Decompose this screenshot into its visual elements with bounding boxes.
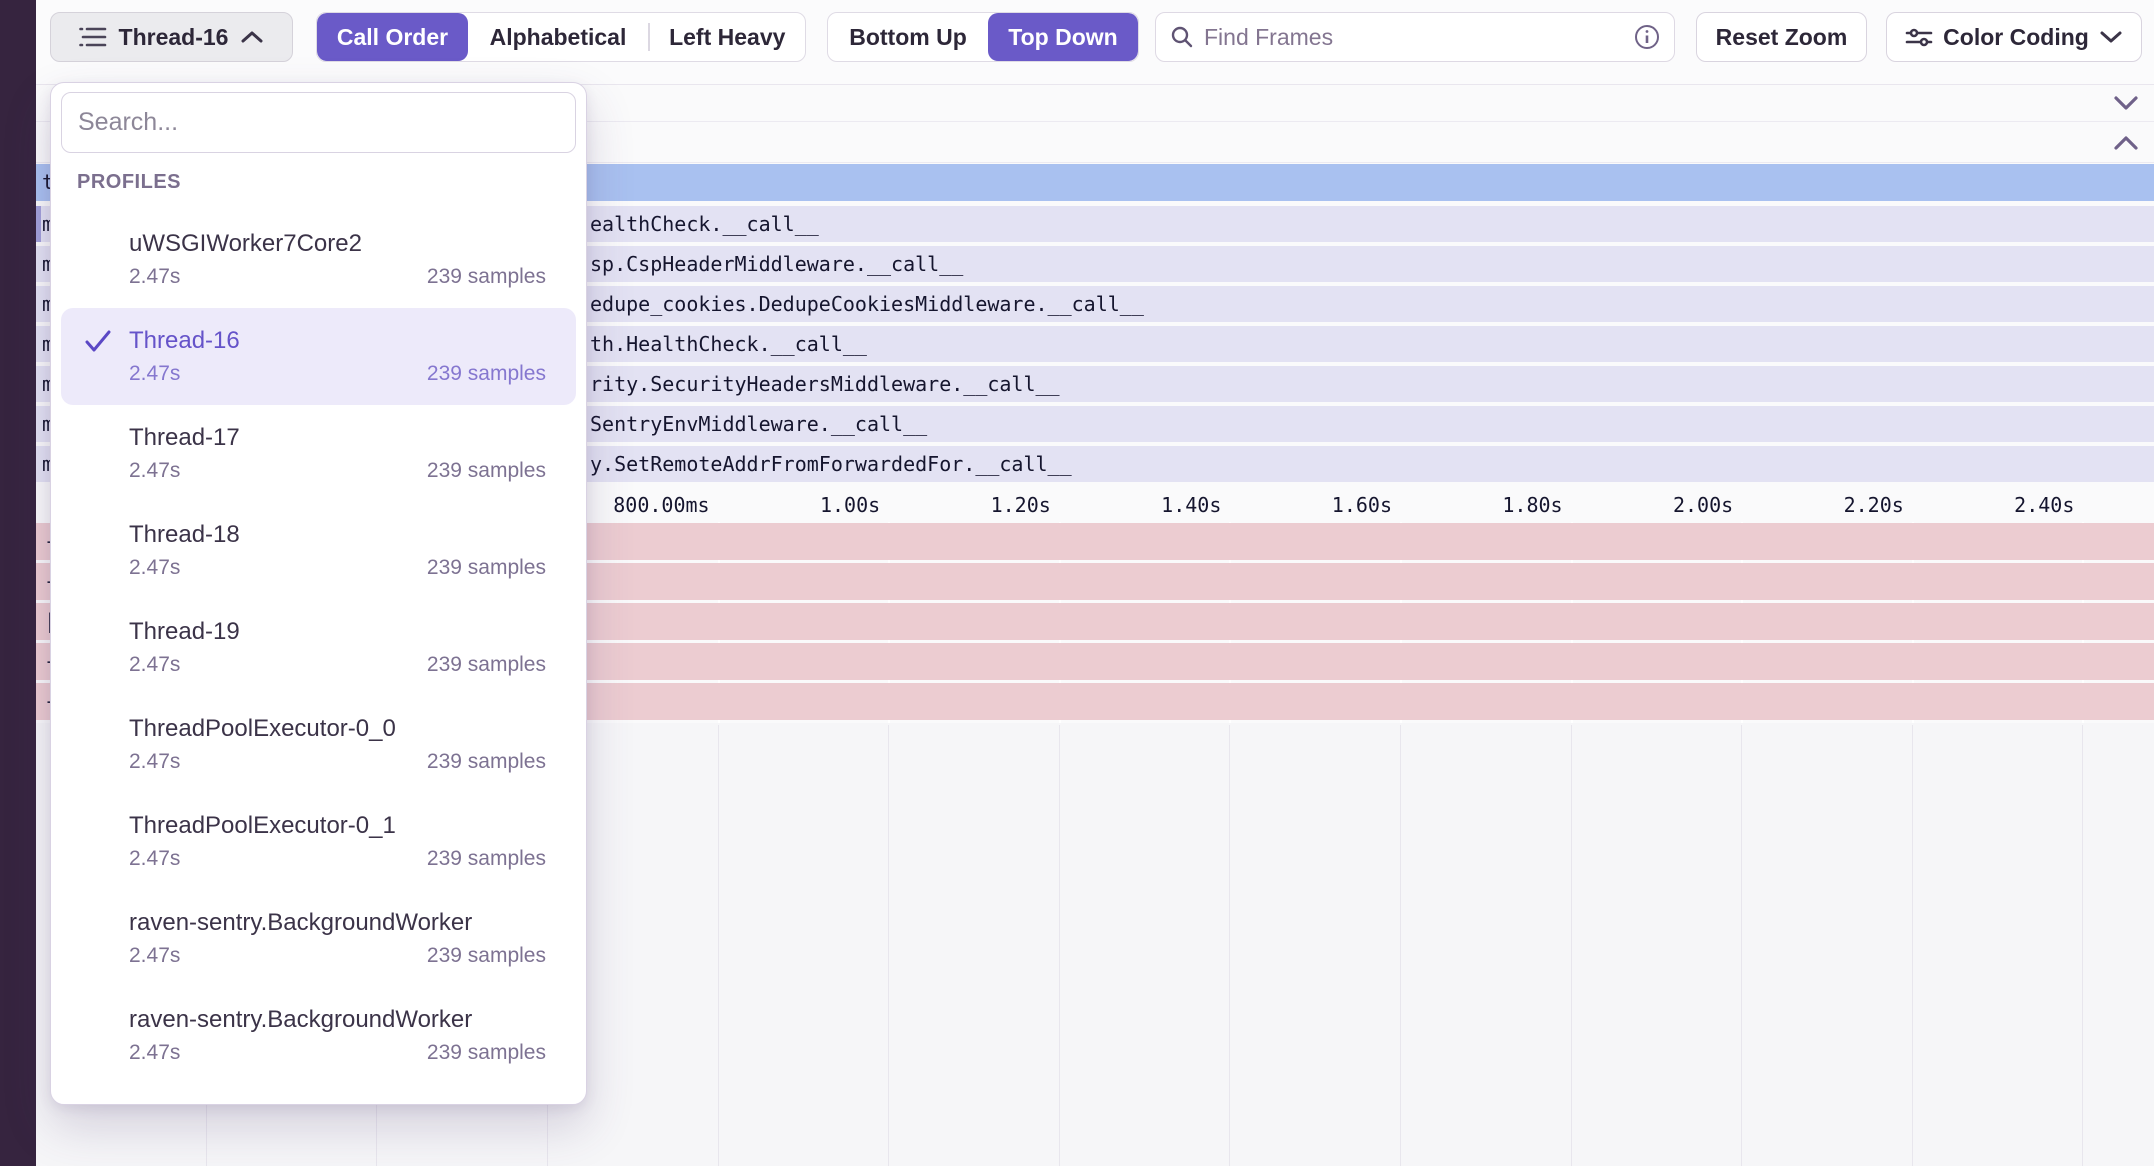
chevron-down-icon[interactable]	[2112, 95, 2140, 111]
profile-item-3[interactable]: Thread-18 2.47s 239 samples	[61, 502, 576, 599]
profile-item-6[interactable]: ThreadPoolExecutor-0_1 2.47s 239 samples	[61, 793, 576, 890]
gridline	[1912, 725, 1913, 1166]
direction-option-bottom-up[interactable]: Bottom Up	[828, 13, 988, 61]
profile-samples: 239 samples	[427, 556, 546, 580]
profile-name: Thread-17	[129, 423, 546, 453]
find-frames-searchbox	[1155, 12, 1675, 62]
axis-tick-label: 1.80s	[1502, 493, 1562, 517]
dropdown-search-input[interactable]	[78, 108, 559, 137]
thread-selector-label: Thread-16	[119, 24, 229, 51]
chevron-up-icon	[240, 30, 264, 44]
profile-duration: 2.47s	[129, 556, 180, 580]
profile-name: ThreadPoolExecutor-0_0	[129, 714, 546, 744]
profile-item-7[interactable]: raven-sentry.BackgroundWorker 2.47s 239 sa…	[61, 890, 576, 987]
search-icon	[1170, 25, 1194, 49]
profile-name: Thread-16	[129, 326, 546, 356]
profile-samples: 239 samples	[427, 459, 546, 483]
axis-tick-label: 1.20s	[991, 493, 1051, 517]
thread-list-icon	[79, 25, 107, 49]
gridline	[1059, 725, 1060, 1166]
gridline	[1400, 725, 1401, 1166]
profile-duration: 2.47s	[129, 750, 180, 774]
chevron-up-icon[interactable]	[2112, 135, 2140, 151]
frame-accent-notch	[36, 206, 41, 242]
axis-tick-label: 2.20s	[1844, 493, 1904, 517]
profile-samples: 239 samples	[427, 362, 546, 386]
frame-label: ealthCheck.__call__	[590, 206, 819, 242]
frame-label: sp.CspHeaderMiddleware.__call__	[590, 246, 963, 282]
sort-option-alphabetical[interactable]: Alphabetical	[468, 13, 648, 61]
reset-zoom-button[interactable]: Reset Zoom	[1696, 12, 1867, 62]
gridline	[1741, 725, 1742, 1166]
profiles-list: uWSGIWorker7Core22.47s239 samplesThread-…	[51, 211, 586, 1084]
gridline	[1229, 725, 1230, 1166]
profile-name: raven-sentry.BackgroundWorker	[129, 908, 546, 938]
profiler-app: Thread-16 Call Order Alphabetical Left H…	[0, 0, 2154, 1166]
reset-zoom-label: Reset Zoom	[1716, 24, 1848, 51]
frame-label: SentryEnvMiddleware.__call__	[590, 406, 927, 442]
profile-duration: 2.47s	[129, 459, 180, 483]
sliders-icon	[1905, 25, 1933, 49]
color-coding-button[interactable]: Color Coding	[1886, 12, 2142, 62]
gridline	[888, 725, 889, 1166]
profile-duration: 2.47s	[129, 847, 180, 871]
axis-tick-label: 1.60s	[1332, 493, 1392, 517]
find-frames-input[interactable]	[1204, 24, 1624, 51]
profile-samples: 239 samples	[427, 1041, 546, 1065]
profile-samples: 239 samples	[427, 750, 546, 774]
profile-duration: 2.47s	[129, 1041, 180, 1065]
dropdown-searchbox	[61, 92, 576, 153]
profiles-section-label: PROFILES	[77, 171, 181, 194]
profile-samples: 239 samples	[427, 265, 546, 289]
direction-option-top-down[interactable]: Top Down	[988, 13, 1138, 61]
axis-tick-label: 1.40s	[1161, 493, 1221, 517]
profile-duration: 2.47s	[129, 653, 180, 677]
info-icon[interactable]	[1634, 24, 1660, 50]
app-sidebar	[0, 0, 36, 1166]
profile-name: Thread-18	[129, 520, 546, 550]
profile-item-0[interactable]: uWSGIWorker7Core2 2.47s 239 samples	[61, 211, 576, 308]
frame-label: th.HealthCheck.__call__	[590, 326, 867, 362]
thread-selector-button[interactable]: Thread-16	[50, 12, 293, 62]
sort-mode-segmented-control: Call Order Alphabetical Left Heavy	[316, 12, 806, 62]
axis-tick-label: 2.00s	[1673, 493, 1733, 517]
profile-name: raven-sentry.BackgroundWorker	[129, 1005, 546, 1035]
profile-item-2[interactable]: Thread-17 2.47s 239 samples	[61, 405, 576, 502]
gridline	[2082, 725, 2083, 1166]
frame-label: rity.SecurityHeadersMiddleware.__call__	[590, 366, 1060, 402]
profile-duration: 2.47s	[129, 944, 180, 968]
frame-label: y.SetRemoteAddrFromForwardedFor.__call__	[590, 446, 1072, 482]
chevron-down-icon	[2099, 30, 2123, 44]
gridline	[718, 725, 719, 1166]
sort-option-left-heavy[interactable]: Left Heavy	[650, 13, 806, 61]
axis-tick-label: 2.40s	[2014, 493, 2074, 517]
color-coding-label: Color Coding	[1943, 24, 2089, 51]
profile-duration: 2.47s	[129, 362, 180, 386]
profile-name: Thread-19	[129, 617, 546, 647]
axis-tick-label: 1.00s	[820, 493, 880, 517]
axis-tick-label: 800.00ms	[613, 493, 709, 517]
profile-item-1[interactable]: Thread-16 2.47s 239 samples	[61, 308, 576, 405]
check-icon	[83, 328, 113, 354]
profile-name: ThreadPoolExecutor-0_1	[129, 811, 546, 841]
profile-item-5[interactable]: ThreadPoolExecutor-0_0 2.47s 239 samples	[61, 696, 576, 793]
gridline	[1571, 725, 1572, 1166]
profile-samples: 239 samples	[427, 653, 546, 677]
sort-option-call-order[interactable]: Call Order	[317, 13, 468, 61]
direction-segmented-control: Bottom Up Top Down	[827, 12, 1139, 62]
toolbar: Thread-16 Call Order Alphabetical Left H…	[36, 0, 2154, 84]
profile-samples: 239 samples	[427, 847, 546, 871]
profile-item-8[interactable]: raven-sentry.BackgroundWorker 2.47s 239 sa…	[61, 987, 576, 1084]
thread-selector-dropdown: PROFILES uWSGIWorker7Core2 2.47s 239 sampl…	[50, 82, 587, 1105]
profile-item-4[interactable]: Thread-19 2.47s 239 samples	[61, 599, 576, 696]
profile-name: uWSGIWorker7Core2	[129, 229, 546, 259]
frame-label: edupe_cookies.DedupeCookiesMiddleware.__…	[590, 286, 1144, 322]
profile-samples: 239 samples	[427, 944, 546, 968]
profile-duration: 2.47s	[129, 265, 180, 289]
